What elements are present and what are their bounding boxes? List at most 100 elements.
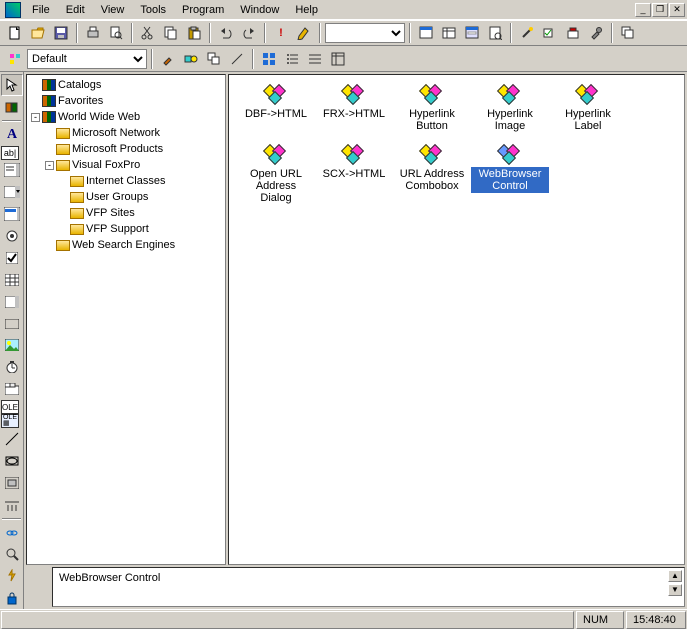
- checkbox-tool-button[interactable]: [539, 22, 561, 44]
- menu-help[interactable]: Help: [287, 2, 326, 18]
- pointer-tool[interactable]: [1, 74, 23, 96]
- scroll-up-button[interactable]: ▲: [668, 570, 682, 582]
- oleboundcontrol-tool[interactable]: OLE▦: [1, 414, 19, 428]
- editbox-tool[interactable]: [1, 160, 23, 182]
- builder-button[interactable]: [562, 22, 584, 44]
- tree-item-internet-classes[interactable]: Internet Classes: [59, 173, 225, 189]
- tree-item-favorites[interactable]: Favorites: [31, 93, 225, 109]
- small-icons-button[interactable]: [281, 48, 303, 70]
- gallery-item[interactable]: Open URL Address Dialog: [237, 143, 315, 207]
- class-icon: [342, 145, 366, 165]
- lock-tool[interactable]: [1, 587, 23, 609]
- toolbar-separator: [611, 23, 613, 43]
- list-view-button[interactable]: [304, 48, 326, 70]
- paste-button[interactable]: [183, 22, 205, 44]
- line-button[interactable]: [226, 48, 248, 70]
- autoform-button[interactable]: [461, 22, 483, 44]
- gallery-item[interactable]: WebBrowser Control: [471, 143, 549, 207]
- container-tool[interactable]: [1, 472, 23, 494]
- menu-tools[interactable]: Tools: [132, 2, 174, 18]
- tree-item-ms-products[interactable]: Microsoft Products: [45, 141, 225, 157]
- gallery-item-label: Hyperlink Button: [393, 107, 471, 133]
- gallery-item[interactable]: DBF->HTML: [237, 83, 315, 135]
- menu-view[interactable]: View: [93, 2, 133, 18]
- commandbutton-tool[interactable]: [1, 313, 23, 335]
- open-button[interactable]: [27, 22, 49, 44]
- print-preview-button[interactable]: [105, 22, 127, 44]
- print-button[interactable]: [82, 22, 104, 44]
- menu-program[interactable]: Program: [174, 2, 232, 18]
- image-tool[interactable]: [1, 335, 23, 357]
- hyperlink-tool[interactable]: [1, 522, 23, 544]
- tree-item-search-engines[interactable]: Web Search Engines: [45, 237, 225, 253]
- pageframe-tool[interactable]: [1, 378, 23, 400]
- database-button[interactable]: [438, 22, 460, 44]
- minimize-button[interactable]: _: [635, 3, 651, 17]
- ole-tool[interactable]: OLE: [1, 400, 19, 414]
- tree-pane[interactable]: Catalogs Favorites -: [26, 74, 226, 565]
- view-selector[interactable]: Default: [27, 49, 147, 69]
- zoom-tool[interactable]: [1, 543, 23, 565]
- book-tool[interactable]: [1, 96, 23, 118]
- command-combo[interactable]: [325, 23, 405, 43]
- brush-button[interactable]: [157, 48, 179, 70]
- window-cascade-button[interactable]: [617, 22, 639, 44]
- gallery-item[interactable]: FRX->HTML: [315, 83, 393, 135]
- collapse-icon[interactable]: -: [31, 113, 40, 122]
- toolbox-separator: [2, 518, 21, 520]
- tree-item-catalogs[interactable]: Catalogs: [31, 77, 225, 93]
- wand-button[interactable]: [516, 22, 538, 44]
- large-icons-button[interactable]: [258, 48, 280, 70]
- builder-lock-tool[interactable]: [1, 565, 23, 587]
- form-controls-toolbar: A ab| OLE OLE▦: [0, 72, 24, 609]
- combobox-tool[interactable]: [1, 181, 23, 203]
- two-squares-button[interactable]: [203, 48, 225, 70]
- shapes-button[interactable]: [180, 48, 202, 70]
- checkbox-tool[interactable]: [1, 247, 23, 269]
- gallery-item[interactable]: URL Address Combobox: [393, 143, 471, 207]
- tree-item-user-groups[interactable]: User Groups: [59, 189, 225, 205]
- gallery-item[interactable]: Hyperlink Button: [393, 83, 471, 135]
- scroll-down-button[interactable]: ▼: [668, 584, 682, 596]
- gallery-item[interactable]: Hyperlink Image: [471, 83, 549, 135]
- tools-button[interactable]: [585, 22, 607, 44]
- undo-button[interactable]: [215, 22, 237, 44]
- textbox-tool[interactable]: ab|: [1, 146, 19, 160]
- shape-tool[interactable]: [1, 450, 23, 472]
- redo-button[interactable]: [238, 22, 260, 44]
- spinner-tool[interactable]: [1, 291, 23, 313]
- menu-window[interactable]: Window: [232, 2, 287, 18]
- copy-button[interactable]: [160, 22, 182, 44]
- menu-file[interactable]: File: [24, 2, 58, 18]
- gallery-item[interactable]: SCX->HTML: [315, 143, 393, 207]
- tree-item-www[interactable]: - World Wide Web: [31, 109, 225, 125]
- details-view-button[interactable]: [327, 48, 349, 70]
- gallery-item[interactable]: Hyperlink Label: [549, 83, 627, 135]
- gallery-item-label: DBF->HTML: [243, 107, 309, 121]
- menu-edit[interactable]: Edit: [58, 2, 93, 18]
- run-button[interactable]: !: [270, 22, 292, 44]
- grid-tool[interactable]: [1, 269, 23, 291]
- new-button[interactable]: [4, 22, 26, 44]
- cut-button[interactable]: [137, 22, 159, 44]
- tree-item-vfp[interactable]: - Visual FoxPro: [45, 157, 225, 173]
- tree-item-ms-network[interactable]: Microsoft Network: [45, 125, 225, 141]
- label-tool[interactable]: A: [1, 124, 23, 146]
- collapse-icon[interactable]: -: [45, 161, 54, 170]
- timer-tool[interactable]: [1, 356, 23, 378]
- listbox-tool[interactable]: [1, 203, 23, 225]
- tree-item-vfp-sites[interactable]: VFP Sites: [59, 205, 225, 221]
- autoreport-button[interactable]: [484, 22, 506, 44]
- tree-item-vfp-support[interactable]: VFP Support: [59, 221, 225, 237]
- line-tool[interactable]: [1, 428, 23, 450]
- view-type-button[interactable]: [4, 48, 26, 70]
- separator-tool[interactable]: [1, 494, 23, 516]
- modify-button[interactable]: [293, 22, 315, 44]
- list-pane[interactable]: DBF->HTMLFRX->HTMLHyperlink ButtonHyperl…: [228, 74, 685, 565]
- restore-button[interactable]: ❐: [652, 3, 668, 17]
- close-button[interactable]: ✕: [669, 3, 685, 17]
- radio-tool[interactable]: [1, 225, 23, 247]
- form-window-button[interactable]: [415, 22, 437, 44]
- spacer: [45, 241, 54, 250]
- save-button[interactable]: [50, 22, 72, 44]
